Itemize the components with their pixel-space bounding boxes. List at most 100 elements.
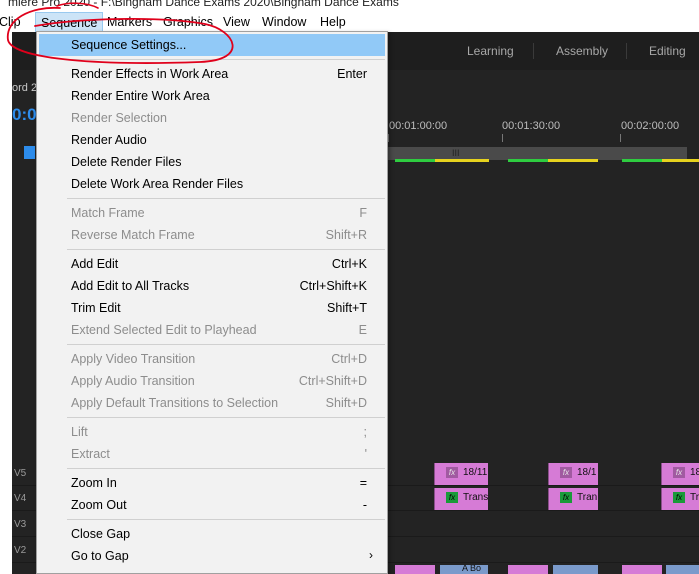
menu-item-render-selection[interactable]: Render Selection [39,107,385,129]
clip-label: Trans [463,492,488,503]
track-label: V5 [14,468,27,479]
menu-item-zoom-in[interactable]: Zoom In = [39,472,385,494]
tab-divider [626,43,627,59]
render-bar-yellow [435,159,489,162]
menu-markers[interactable]: Markers [107,12,152,32]
menu-item-label: Go to Gap [71,549,129,563]
menu-separator [67,198,385,199]
menu-item-shortcut: Ctrl+Shift+D [298,374,367,388]
timeline-clip[interactable] [553,565,598,574]
fx-badge-icon: fx [446,467,458,478]
submenu-arrow-icon: › [369,548,373,562]
menu-item-label: Close Gap [71,527,131,541]
menu-item-delete-work-area-render-files[interactable]: Delete Work Area Render Files [39,173,385,195]
timeline-clip[interactable]: fx Tran [548,488,598,510]
ruler-tick [620,134,621,142]
menu-item-label: Apply Video Transition [71,352,196,366]
menu-item-close-gap[interactable]: Close Gap [39,523,385,545]
menu-item-delete-render-files[interactable]: Delete Render Files [39,151,385,173]
menu-item-shortcut: ' [364,447,367,461]
menu-clip[interactable]: Clip [0,12,21,32]
menu-item-shortcut: Ctrl+K [331,257,367,271]
menu-item-extract[interactable]: Extract ' [39,443,385,465]
menu-item-shortcut: ; [363,425,367,439]
menu-separator [67,468,385,469]
menu-help[interactable]: Help [320,12,346,32]
menu-item-label: Render Selection [71,111,167,125]
timeline-clip[interactable] [666,565,699,574]
menu-item-label: Match Frame [71,206,145,220]
menu-item-label: Sequence Settings... [71,38,187,52]
menu-item-reverse-match-frame[interactable]: Reverse Match Frame Shift+R [39,224,385,246]
timeline-clip[interactable]: A Bo [440,565,488,574]
menu-item-apply-video-transition[interactable]: Apply Video Transition Ctrl+D [39,348,385,370]
snap-toggle-icon[interactable] [24,146,35,159]
menu-item-label: Zoom Out [71,498,127,512]
menu-sequence[interactable]: Sequence [35,12,104,32]
tab-divider [533,43,534,59]
menu-item-trim-edit[interactable]: Trim Edit Shift+T [39,297,385,319]
menu-item-render-entire-work-area[interactable]: Render Entire Work Area [39,85,385,107]
menu-item-add-edit-to-all-tracks[interactable]: Add Edit to All Tracks Ctrl+Shift+K [39,275,385,297]
menu-separator [67,519,385,520]
timeline-clip[interactable]: fx 18/1 [548,463,598,485]
ruler-tick [502,134,503,142]
track-label: V4 [14,493,27,504]
menu-separator [67,344,385,345]
menu-item-apply-audio-transition[interactable]: Apply Audio Transition Ctrl+Shift+D [39,370,385,392]
menu-item-match-frame[interactable]: Match Frame F [39,202,385,224]
menu-view[interactable]: View [223,12,250,32]
timeline-clip[interactable]: fx 18 [661,463,699,485]
menu-item-apply-default-transitions-to-selection[interactable]: Apply Default Transitions to Selection Sh… [39,392,385,414]
menu-separator [67,417,385,418]
menu-item-sequence-settings[interactable]: Sequence Settings... [39,34,385,56]
menu-item-shortcut: Shift+T [327,301,367,315]
menu-item-label: Apply Audio Transition [71,374,195,388]
timeline-clip[interactable] [395,565,435,574]
menu-item-render-audio[interactable]: Render Audio [39,129,385,151]
timeline-clip[interactable]: fx 18/11 [434,463,488,485]
menu-item-label: Render Audio [71,133,147,147]
tab-assembly[interactable]: Assembly [556,44,608,58]
render-bar-yellow [548,159,598,162]
menu-item-shortcut: F [359,206,367,220]
window-title: miere Pro 2020 - F:\Bingham Dance Exams … [8,0,399,9]
fx-badge-icon: fx [560,492,572,503]
menu-item-shortcut: Ctrl+Shift+K [299,279,367,293]
menu-item-render-effects-in-work-area[interactable]: Render Effects in Work Area Enter [39,63,385,85]
ruler-timecode: 00:01:00:00 [389,120,448,132]
menu-item-label: Delete Work Area Render Files [71,177,244,191]
tab-learning[interactable]: Learning [467,44,514,58]
timeline-clip[interactable]: fx Tr [661,488,699,510]
menu-item-add-edit[interactable]: Add Edit Ctrl+K [39,253,385,275]
render-bar-green [395,159,435,162]
ruler-timecode: 00:02:00:00 [621,120,680,132]
menu-item-lift[interactable]: Lift; [39,421,385,443]
sequence-menu: Sequence Settings... Render Effects in Wo… [36,31,388,574]
menu-item-label: Add Edit [71,257,119,271]
ruler-timecode: 00:01:30:00 [502,120,561,132]
menu-item-label: Extract [71,447,110,461]
menu-item-zoom-out[interactable]: Zoom Out - [39,494,385,516]
clip-label: 18/1 [577,467,597,478]
fx-badge-icon: fx [560,467,572,478]
menu-item-label: Trim Edit [71,301,121,315]
work-area-grip[interactable]: III [452,148,460,158]
tab-editing[interactable]: Editing [649,44,686,58]
menu-item-shortcut: Enter [337,67,367,81]
render-bar-green [622,159,662,162]
timeline-clip[interactable] [622,565,662,574]
menu-item-label: Lift [71,425,88,439]
clip-label: 18 [690,467,699,478]
menu-item-extend-selected-edit-to-playhead[interactable]: Extend Selected Edit to Playhead E [39,319,385,341]
track-label: V2 [14,545,27,556]
menu-item-label: Delete Render Files [71,155,182,169]
menu-graphics[interactable]: Graphics [163,12,213,32]
timeline-clip[interactable]: fx Trans [434,488,488,510]
menu-item-label: Render Entire Work Area [71,89,210,103]
menu-separator [67,249,385,250]
menu-item-go-to-gap[interactable]: Go to Gap › [39,545,385,567]
timeline-clip[interactable] [508,565,548,574]
menu-window[interactable]: Window [262,12,306,32]
menu-item-label: Extend Selected Edit to Playhead [71,323,257,337]
